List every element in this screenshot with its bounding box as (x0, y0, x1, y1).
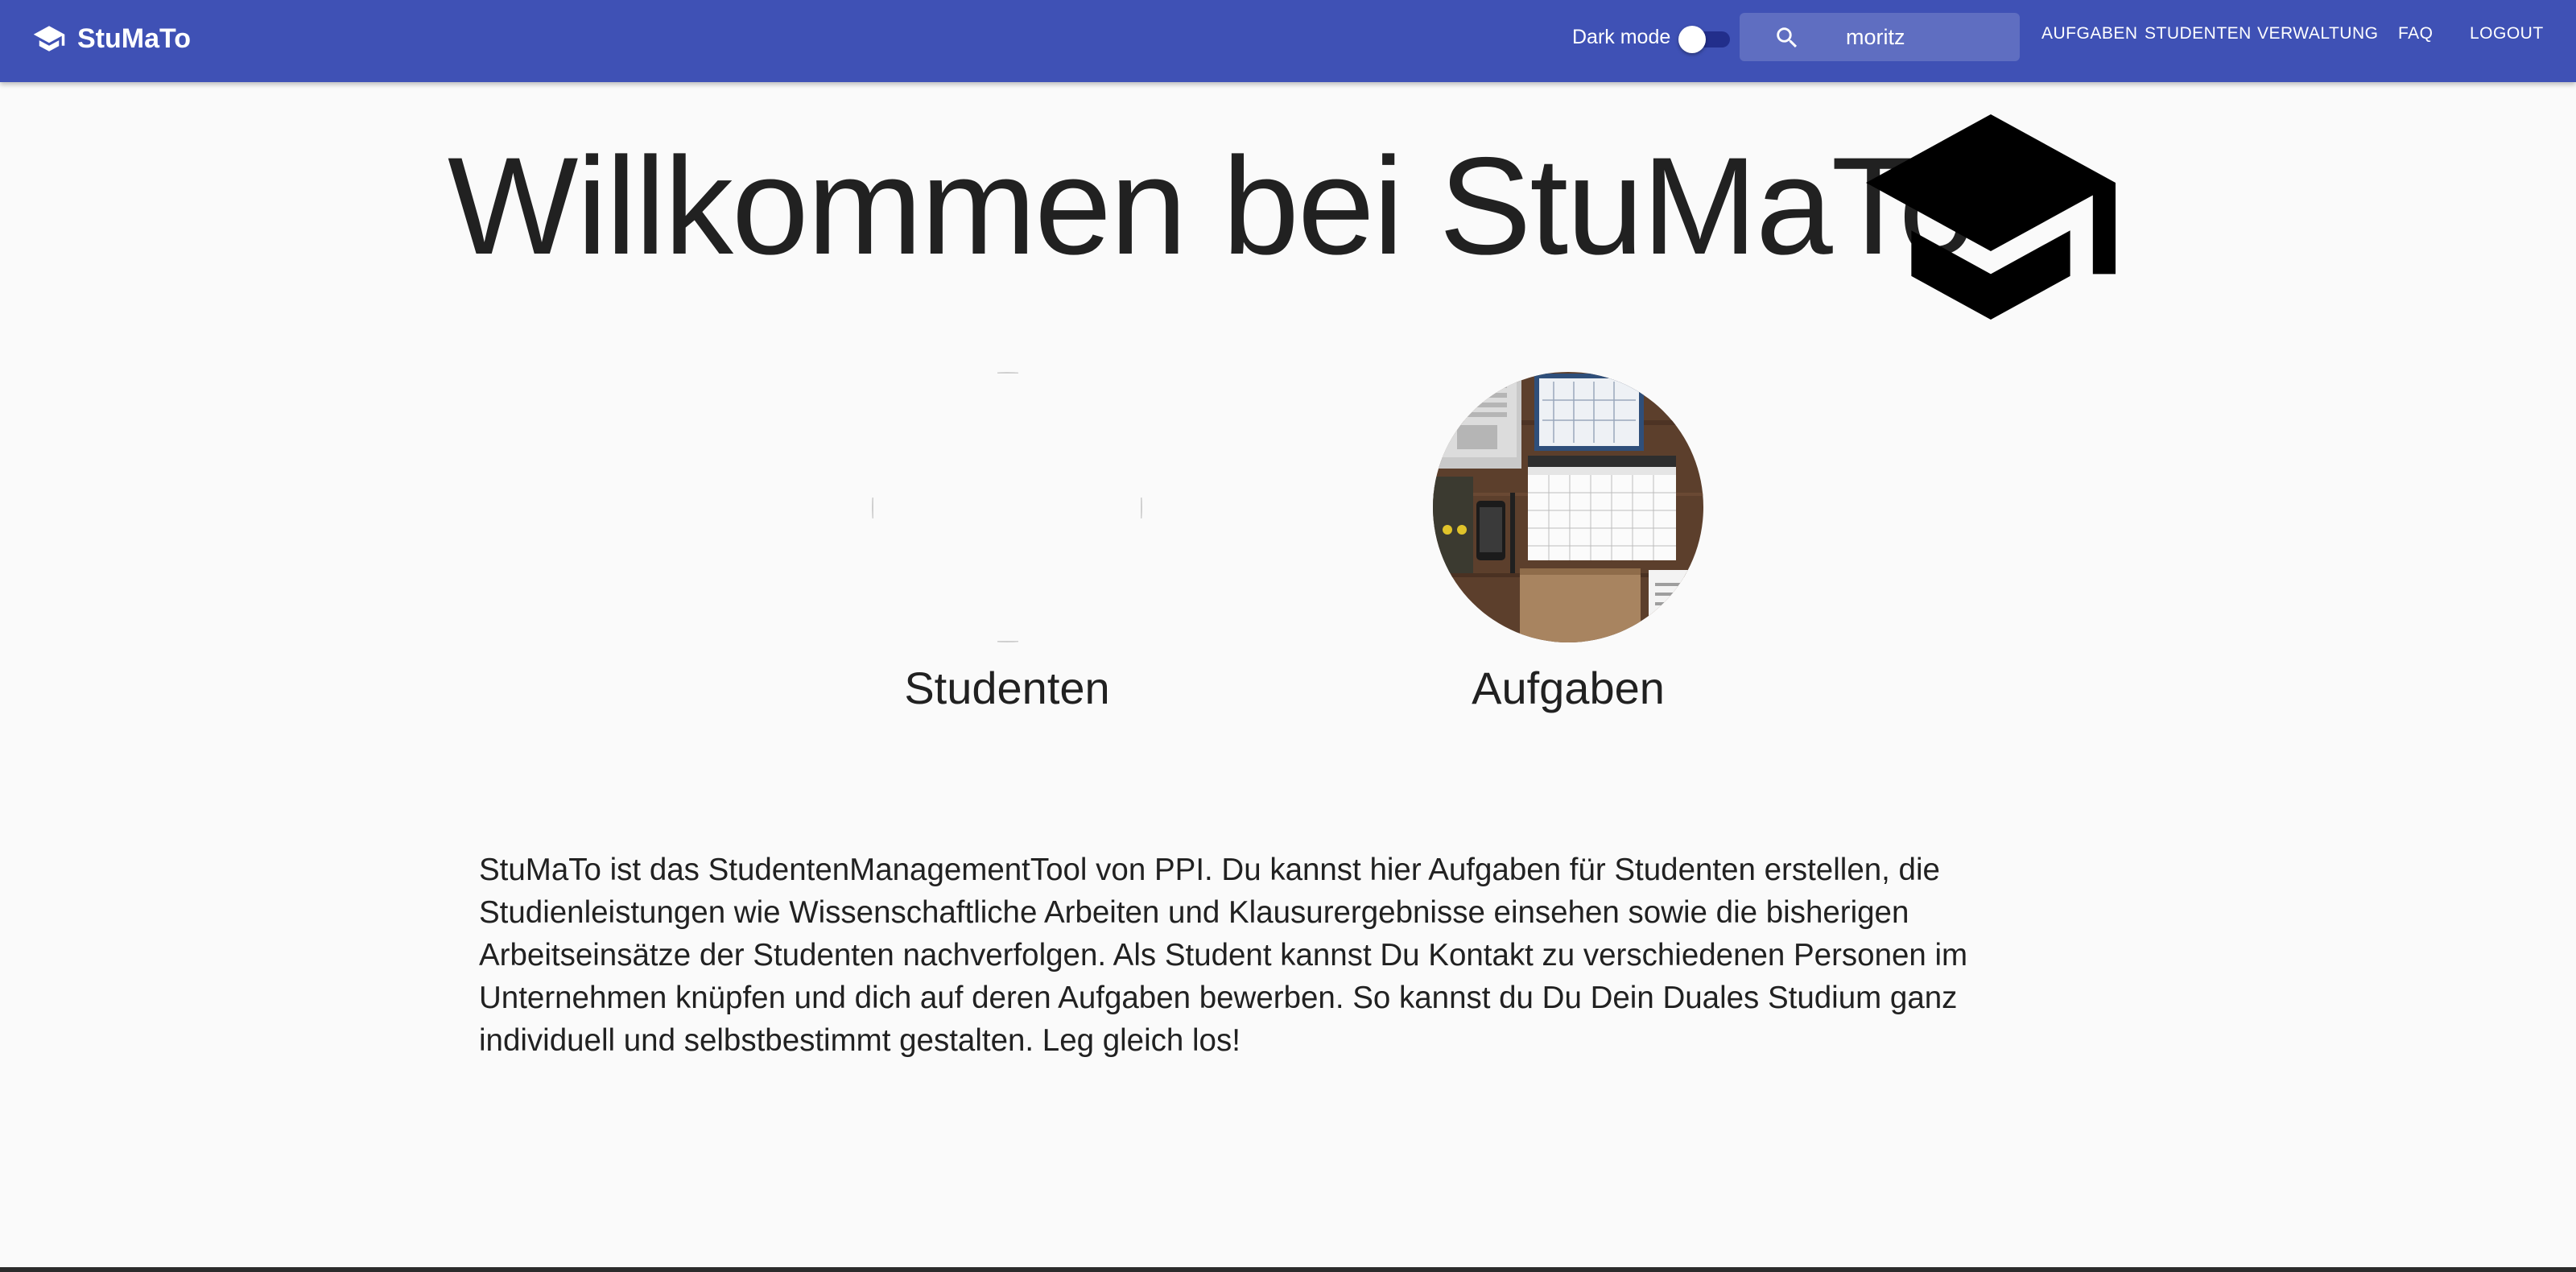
nav-faq[interactable]: FAQ (2398, 24, 2434, 43)
toggle-thumb (1678, 26, 1706, 53)
desk-calendar-photo (1433, 372, 1703, 642)
search-icon (1777, 27, 1798, 48)
graduation-cap-icon (33, 26, 65, 52)
page-title: Willkommen bei StuMaTo (448, 129, 1975, 283)
bottom-divider (0, 1267, 2576, 1272)
tile-studenten[interactable]: Studenten (862, 372, 1152, 726)
nav-verwaltung[interactable]: VERWALTUNG (2257, 24, 2378, 43)
search-input[interactable] (1844, 19, 2005, 55)
dark-mode-toggle[interactable] (1678, 24, 1730, 53)
tile-label-studenten: Studenten (904, 663, 1110, 713)
nav-logout[interactable]: LOGOUT (2470, 24, 2544, 43)
tile-label-aufgaben: Aufgaben (1472, 663, 1665, 713)
graduation-cap-icon (1866, 114, 2116, 320)
top-toolbar: StuMaTo Dark mode AUFGABEN STUDENTEN VER… (0, 0, 2576, 82)
image-edge-mark (997, 372, 1018, 374)
search-box[interactable] (1740, 13, 2020, 61)
intro-description: StuMaTo ist das StudentenManagementTool … (479, 853, 1968, 1058)
image-edge-mark (997, 641, 1018, 642)
studenten-image-placeholder (872, 372, 1142, 642)
nav-studenten[interactable]: STUDENTEN (2145, 24, 2252, 43)
brand-title: StuMaTo (77, 23, 192, 54)
aufgaben-image (1433, 372, 1703, 642)
tile-aufgaben[interactable]: Aufgaben (1423, 372, 1713, 726)
image-edge-mark (1141, 498, 1142, 518)
image-edge-mark (872, 498, 873, 518)
nav-aufgaben[interactable]: AUFGABEN (2041, 24, 2138, 43)
brand-home-link[interactable]: StuMaTo (32, 0, 191, 77)
dark-mode-label: Dark mode (1572, 26, 1671, 48)
